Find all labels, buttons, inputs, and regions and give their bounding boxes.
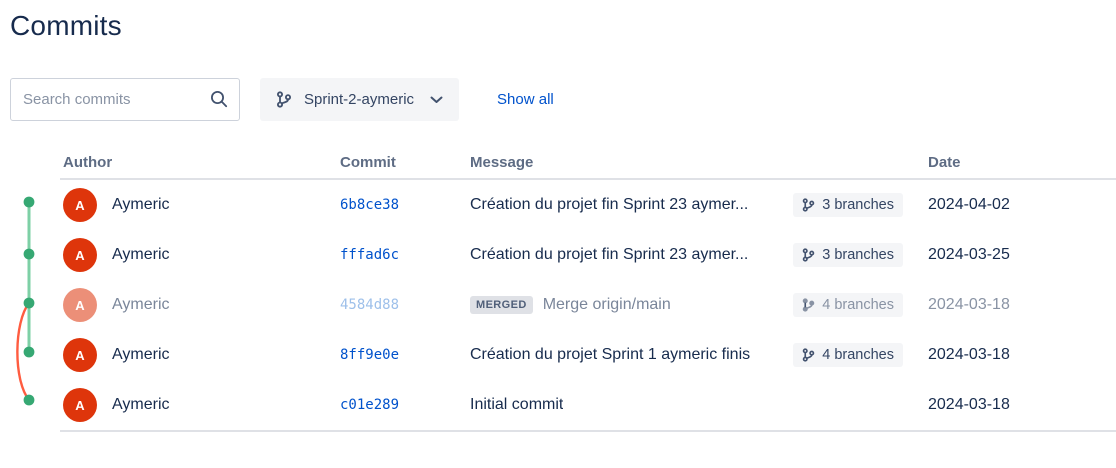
table-header-row: Author Commit Message Date — [60, 146, 1116, 180]
search-input[interactable] — [10, 78, 240, 121]
commit-message: Création du projet fin Sprint 23 aymer..… — [470, 246, 748, 264]
avatar[interactable]: A — [63, 188, 97, 222]
author-name: Aymeric — [112, 296, 170, 314]
commit-message: Création du projet Sprint 1 aymeric fini… — [470, 346, 750, 364]
author-cell: A Aymeric — [60, 388, 340, 422]
commit-date: 2024-03-18 — [920, 396, 1116, 414]
branches-count: 4 branches — [822, 297, 894, 313]
search-icon — [210, 90, 228, 108]
graph-commit-dot — [24, 197, 35, 208]
message-cell: Création du projet fin Sprint 23 aymer..… — [470, 243, 920, 267]
commit-hash-link[interactable]: c01e289 — [340, 397, 399, 413]
author-cell: A Aymeric — [60, 338, 340, 372]
commit-cell: c01e289 — [340, 396, 470, 414]
commit-cell: 4584d88 — [340, 296, 470, 314]
graph-commit-dot — [24, 298, 35, 309]
message-cell: Initial commit — [470, 396, 920, 414]
table-row: A Aymeric 4584d88 MERGED Merge origin/ma… — [60, 280, 1116, 330]
column-header-author: Author — [60, 154, 340, 171]
branches-badge[interactable]: 4 branches — [793, 343, 903, 367]
git-branch-icon — [802, 348, 815, 362]
table-body: A Aymeric 6b8ce38 Création du projet fin… — [60, 180, 1116, 432]
author-name: Aymeric — [112, 196, 170, 214]
author-cell: A Aymeric — [60, 288, 340, 322]
graph-commit-dot — [24, 395, 35, 406]
search-commits-field — [10, 78, 240, 121]
branch-selector-label: Sprint-2-aymeric — [302, 91, 416, 108]
page-title: Commits — [0, 0, 1116, 42]
commit-hash-link[interactable]: 4584d88 — [340, 297, 399, 313]
avatar[interactable]: A — [63, 338, 97, 372]
branches-badge[interactable]: 3 branches — [793, 193, 903, 217]
commit-cell: 8ff9e0e — [340, 346, 470, 364]
toolbar: Sprint-2-aymeric Show all — [10, 78, 554, 121]
git-branch-icon — [802, 298, 815, 312]
commit-date: 2024-03-25 — [920, 246, 1116, 264]
table-row: A Aymeric 6b8ce38 Création du projet fin… — [60, 180, 1116, 230]
author-name: Aymeric — [112, 246, 170, 264]
author-name: Aymeric — [112, 346, 170, 364]
avatar[interactable]: A — [63, 388, 97, 422]
column-header-date: Date — [920, 154, 1116, 171]
author-cell: A Aymeric — [60, 238, 340, 272]
commit-date: 2024-04-02 — [920, 196, 1116, 214]
commits-page: Commits Sprint-2-aymeric Show all — [0, 0, 1116, 468]
branches-badge[interactable]: 4 branches — [793, 293, 903, 317]
author-name: Aymeric — [112, 396, 170, 414]
commit-date: 2024-03-18 — [920, 346, 1116, 364]
commit-hash-link[interactable]: 6b8ce38 — [340, 197, 399, 213]
commit-hash-link[interactable]: 8ff9e0e — [340, 347, 399, 363]
git-branch-icon — [802, 198, 815, 212]
commit-hash-link[interactable]: fffad6c — [340, 247, 399, 263]
column-header-commit: Commit — [340, 154, 470, 171]
graph-commit-dot — [24, 347, 35, 358]
branches-count: 3 branches — [822, 197, 894, 213]
branches-badge[interactable]: 3 branches — [793, 243, 903, 267]
message-cell: Création du projet fin Sprint 23 aymer..… — [470, 193, 920, 217]
table-row: A Aymeric 8ff9e0e Création du projet Spr… — [60, 330, 1116, 380]
column-header-message: Message — [470, 154, 920, 171]
show-all-link[interactable]: Show all — [497, 91, 554, 108]
author-cell: A Aymeric — [60, 188, 340, 222]
commit-cell: fffad6c — [340, 246, 470, 264]
graph-commit-dot — [24, 249, 35, 260]
chevron-down-icon — [430, 96, 443, 104]
git-branch-icon — [802, 248, 815, 262]
commit-graph — [0, 180, 60, 430]
message-cell: MERGED Merge origin/main 4 branches — [470, 293, 920, 317]
avatar[interactable]: A — [63, 288, 97, 322]
commits-table: Author Commit Message Date A Aymeric 6b8… — [0, 146, 1116, 432]
commit-date: 2024-03-18 — [920, 296, 1116, 314]
branches-count: 3 branches — [822, 247, 894, 263]
commit-cell: 6b8ce38 — [340, 196, 470, 214]
commit-message: Création du projet fin Sprint 23 aymer..… — [470, 196, 748, 214]
merged-status-badge: MERGED — [470, 296, 533, 314]
commit-message: Merge origin/main — [543, 296, 671, 314]
branch-selector-dropdown[interactable]: Sprint-2-aymeric — [260, 78, 459, 121]
git-branch-icon — [276, 91, 292, 108]
avatar[interactable]: A — [63, 238, 97, 272]
table-row: A Aymeric fffad6c Création du projet fin… — [60, 230, 1116, 280]
commit-message: Initial commit — [470, 396, 563, 414]
table-row: A Aymeric c01e289 Initial commit — [60, 380, 1116, 430]
branches-count: 4 branches — [822, 347, 894, 363]
message-cell: Création du projet Sprint 1 aymeric fini… — [470, 343, 920, 367]
